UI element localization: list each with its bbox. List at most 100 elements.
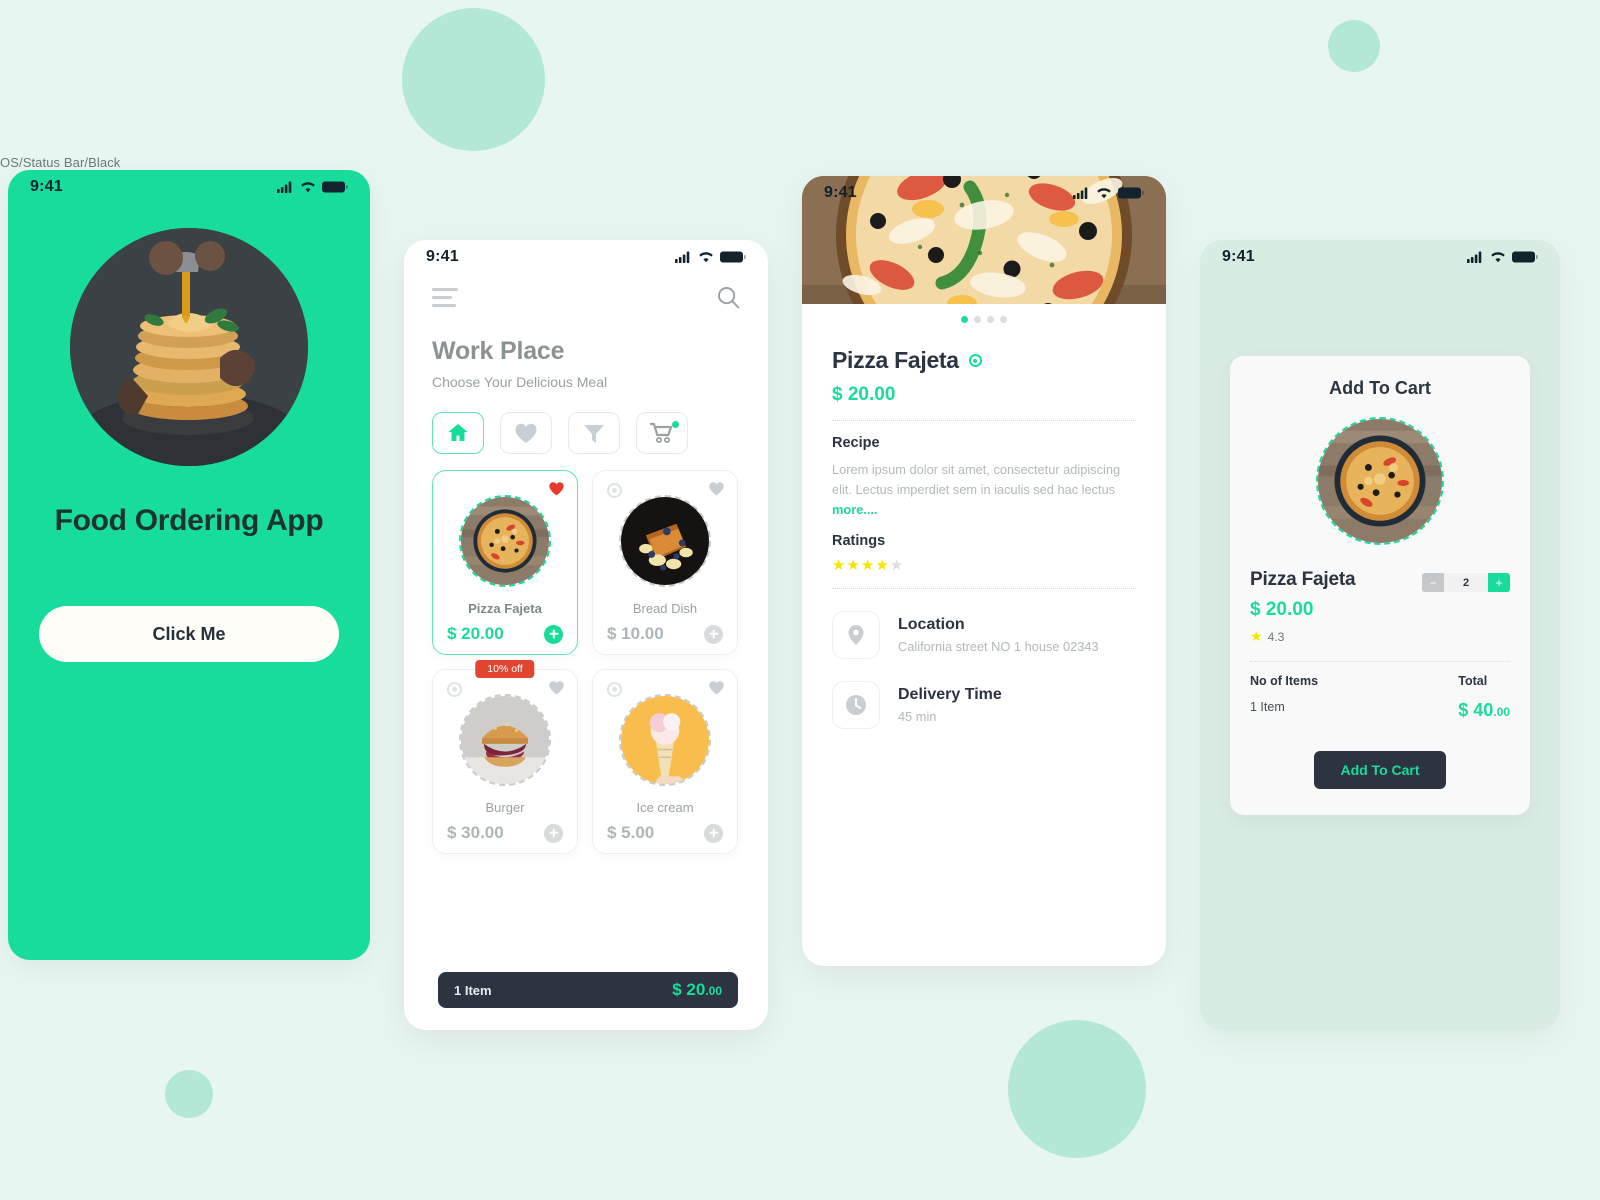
product-price: $ 10.00 xyxy=(607,624,664,643)
carousel-dot[interactable] xyxy=(961,316,968,323)
carousel-dot[interactable] xyxy=(974,316,981,323)
status-icons xyxy=(1073,187,1144,199)
product-thumbnail xyxy=(619,495,711,587)
product-price: $ 5.00 xyxy=(607,823,655,842)
filter-icon xyxy=(584,425,604,443)
detail-hero-image: 9:41 xyxy=(802,176,1166,304)
status-icons xyxy=(675,251,746,263)
wifi-icon xyxy=(699,252,713,263)
favorite-icon[interactable] xyxy=(548,680,565,700)
delivery-row: Delivery Time 45 min xyxy=(832,681,1136,730)
quantity-increase-button[interactable]: + xyxy=(1488,573,1510,592)
product-price: $ 30.00 xyxy=(447,823,504,842)
add-to-cart-button[interactable]: Add To Cart xyxy=(1314,751,1446,790)
battery-icon xyxy=(322,181,348,193)
modal-product-header: Pizza Fajeta $ 20.00 ★ 4.3 − 2 + xyxy=(1250,569,1510,645)
list-heading: Work Place Choose Your Delicious Meal xyxy=(404,309,768,390)
status-bar: 9:41 xyxy=(404,240,768,274)
items-column: No of Items 1 Item xyxy=(1250,674,1318,721)
carousel-dot[interactable] xyxy=(1000,316,1007,323)
modal-body: Pizza Fajeta $ 20.00 ★ 4.3 − 2 + No of I… xyxy=(1230,569,1530,790)
bread-photo xyxy=(621,497,709,585)
category-chip-bar xyxy=(404,390,768,454)
modal-rating: ★ 4.3 xyxy=(1250,628,1355,645)
battery-icon xyxy=(1118,187,1144,199)
search-icon[interactable] xyxy=(717,286,740,309)
battery-icon xyxy=(1512,251,1538,263)
detail-body: Pizza Fajeta $ 20.00 Recipe Lorem ipsum … xyxy=(802,323,1166,730)
carousel-dot[interactable] xyxy=(987,316,994,323)
click-me-button[interactable]: Click Me xyxy=(39,606,339,662)
product-card[interactable]: Bread Dish $ 10.00 xyxy=(592,470,738,655)
star-empty-icon: ★ xyxy=(889,557,905,575)
product-card[interactable]: 10% off Burger $ 30.00 xyxy=(432,660,578,854)
product-card[interactable]: Pizza Fajeta $ 20.00 xyxy=(432,470,578,655)
work-place-subtitle: Choose Your Delicious Meal xyxy=(432,374,608,390)
product-price-row: $ 10.00 xyxy=(603,624,727,644)
total-major: $ 40 xyxy=(1458,700,1494,721)
select-radio[interactable] xyxy=(607,682,622,697)
chip-cart[interactable] xyxy=(636,412,688,454)
favorite-icon[interactable] xyxy=(708,680,725,700)
chip-favorites[interactable] xyxy=(500,412,552,454)
delivery-value: 45 min xyxy=(898,709,937,725)
detail-title-row: Pizza Fajeta xyxy=(832,347,1136,374)
delivery-text-block: Delivery Time 45 min xyxy=(898,686,1002,724)
modal-product-info: Pizza Fajeta $ 20.00 ★ 4.3 xyxy=(1250,569,1356,645)
home-icon xyxy=(448,424,468,441)
product-grid: Pizza Fajeta $ 20.00 Bread Dish $ 10.00 … xyxy=(404,454,768,854)
ratings-label: Ratings xyxy=(832,533,886,550)
canvas: OS/Status Bar/Black 9:41 Food Ordering A… xyxy=(0,0,1600,1200)
pancakes-photo xyxy=(70,228,308,466)
recipe-label: Recipe xyxy=(832,435,880,451)
screen-add-to-cart: 9:41 Add To Cart Pizza Fajeta $ 20.00 ★ … xyxy=(1200,240,1560,1030)
cart-total: $ 20.00 xyxy=(672,980,722,1000)
total-column: Total $ 40.00 xyxy=(1458,674,1510,721)
cart-total-cents: .00 xyxy=(705,984,722,998)
cart-total-major: $ 20 xyxy=(672,980,706,999)
ratings-stars: ★★★★★ xyxy=(832,557,905,575)
screen-product-detail: 9:41 Pizza Fajeta $ 20.00 Recipe Lorem i… xyxy=(802,176,1166,966)
divider xyxy=(1250,661,1510,663)
add-product-button[interactable] xyxy=(704,624,723,644)
favorite-icon[interactable] xyxy=(548,481,565,501)
detail-price: $ 20.00 xyxy=(832,384,896,405)
select-radio[interactable] xyxy=(447,682,462,697)
cart-icon xyxy=(649,422,672,443)
pizza-photo xyxy=(461,497,549,585)
cart-summary-bar[interactable]: 1 Item $ 20.00 xyxy=(438,972,738,1008)
product-card[interactable]: Ice cream $ 5.00 xyxy=(592,669,738,854)
favorite-icon[interactable] xyxy=(708,481,725,501)
product-price-row: $ 30.00 xyxy=(443,823,567,843)
rating-value: 4.3 xyxy=(1267,629,1285,644)
artboard-annotation: OS/Status Bar/Black xyxy=(0,155,121,170)
select-radio[interactable] xyxy=(607,483,622,498)
icecream-photo xyxy=(621,696,709,784)
chip-home[interactable] xyxy=(432,412,484,454)
decorative-circle xyxy=(165,1070,213,1118)
wifi-icon xyxy=(1491,252,1505,263)
read-more-link[interactable]: more.... xyxy=(832,502,878,517)
totals-table: No of Items 1 Item Total $ 40.00 xyxy=(1250,674,1510,721)
add-product-button[interactable] xyxy=(544,624,563,644)
cart-item-count: 1 Item xyxy=(454,982,492,998)
offer-badge: 10% off xyxy=(475,660,535,678)
product-name: Ice cream xyxy=(636,800,694,815)
quantity-stepper[interactable]: − 2 + xyxy=(1422,573,1510,592)
total-value: $ 40.00 xyxy=(1458,700,1510,721)
carousel-dots[interactable] xyxy=(802,304,1166,323)
add-product-button[interactable] xyxy=(704,823,723,843)
status-time: 9:41 xyxy=(824,184,857,201)
location-value: California street NO 1 house 02343 xyxy=(898,639,1099,655)
status-time: 9:41 xyxy=(1222,248,1255,265)
heart-icon xyxy=(515,423,537,443)
availability-indicator-icon xyxy=(968,354,982,367)
signal-icon xyxy=(675,251,690,263)
quantity-decrease-button[interactable]: − xyxy=(1422,573,1444,592)
chip-filter[interactable] xyxy=(568,412,620,454)
product-thumbnail xyxy=(459,694,551,786)
recipe-description: Lorem ipsum dolor sit amet, consectetur … xyxy=(832,460,1136,519)
add-product-button[interactable] xyxy=(544,823,563,843)
product-price: $ 20.00 xyxy=(447,624,504,643)
menu-icon[interactable] xyxy=(432,288,458,307)
